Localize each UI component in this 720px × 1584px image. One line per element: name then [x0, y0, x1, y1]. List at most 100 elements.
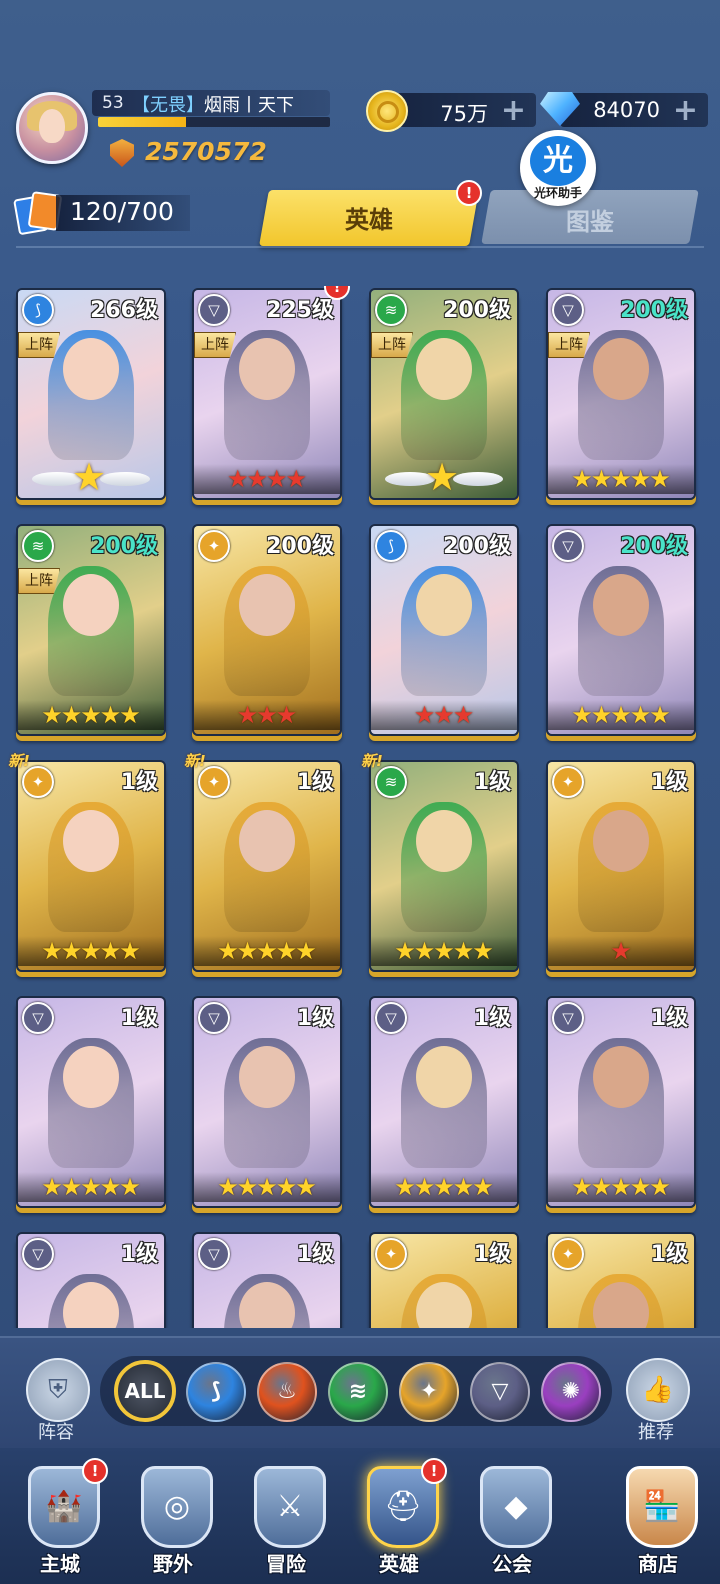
filter-fire-button[interactable]: ♨ — [257, 1362, 317, 1422]
star-icon: ★ — [295, 937, 317, 965]
hero-card[interactable]: ▽ 1级 — [16, 1232, 166, 1328]
void-glyph: ▽ — [208, 1245, 220, 1263]
hero-level: 225级 — [266, 298, 334, 323]
recommend-button[interactable]: 👍 — [626, 1358, 690, 1422]
star-icon: ★ — [41, 701, 63, 729]
light-element-icon: ✦ — [375, 1238, 407, 1270]
star-icon: ★ — [246, 465, 268, 493]
star-icon: ★ — [295, 1173, 317, 1201]
fire-element-icon: ♨ — [277, 1379, 297, 1404]
star-rating: ★ — [548, 936, 694, 966]
nav-item[interactable]: ◎ 野外 — [123, 1462, 223, 1580]
filter-dark-button[interactable]: ✺ — [541, 1362, 601, 1422]
hero-level: 1级 — [473, 1242, 511, 1267]
hero-head — [593, 810, 649, 872]
star-rating: ★★★ — [371, 700, 517, 730]
player-name: 【无畏】烟雨丨天下 — [132, 91, 294, 117]
star-icon: ★ — [80, 937, 102, 965]
nav-item[interactable]: ⚔ 冒险 — [236, 1462, 336, 1580]
nav-item[interactable]: 🏪 商店 — [608, 1462, 708, 1580]
on-team-badge: 上阵 — [18, 332, 60, 358]
swords-icon: ⚔ — [254, 1466, 326, 1548]
hero-card[interactable]: ✦ 200级 ★★★ — [192, 524, 342, 736]
hero-card[interactable]: ▽ 200级 ★★★★★ — [546, 524, 696, 736]
filter-water-button[interactable]: ⟆ — [186, 1362, 246, 1422]
tab-codex-label: 图鉴 — [566, 208, 614, 236]
player-name-tag: 【无畏】 — [132, 95, 204, 116]
hero-card[interactable]: ≋ 200级 上阵 ★ — [369, 288, 519, 500]
filter-all-button[interactable]: ALL — [114, 1360, 176, 1422]
star-rating: ★★★★ — [194, 464, 340, 494]
new-badge: 新! — [184, 752, 206, 770]
star-icon: ★ — [236, 1173, 259, 1201]
avatar-face — [39, 109, 65, 143]
hero-level: 1级 — [296, 770, 334, 795]
hero-card[interactable]: ▽ 200级 上阵 ★★★★★ — [546, 288, 696, 500]
light-element-icon: ✦ — [552, 1238, 584, 1270]
star-icon: ★ — [256, 937, 278, 965]
hero-card[interactable]: ▽ 1级 ★★★★★ — [546, 996, 696, 1208]
hero-head — [63, 338, 119, 400]
hero-card[interactable]: ✦ 1级 — [369, 1232, 519, 1328]
diamond-add-button[interactable]: + — [673, 93, 698, 128]
hero-card[interactable]: ✦ 1级 ★★★★★ — [16, 760, 166, 972]
water-element-icon: ⟆ — [210, 1379, 222, 1404]
hero-card[interactable]: ✦ 1级 ★★★★★ — [192, 760, 342, 972]
hero-card[interactable]: ▽ 225级 上阵 ★★★★ — [192, 288, 342, 500]
nav-label: 野外 — [153, 1552, 193, 1576]
wind-glyph: ≋ — [384, 773, 398, 791]
header-divider — [16, 246, 704, 248]
star-icon: ★ — [41, 937, 63, 965]
hero-head — [63, 810, 119, 872]
wing-right — [453, 472, 503, 486]
hero-card[interactable]: ✦ 1级 ★ — [546, 760, 696, 972]
dark-element-icon: ✺ — [561, 1379, 581, 1404]
star-icon: ★ — [119, 937, 141, 965]
header: 53 【无畏】烟雨丨天下 2570572 75万 + 84070 + 120/7… — [0, 0, 720, 250]
star-icon: ★ — [571, 701, 593, 729]
nav-item[interactable]: ⛑ 英雄! — [349, 1458, 449, 1580]
gold-coin-icon — [366, 90, 408, 132]
star-icon: ★ — [266, 465, 288, 493]
hero-head — [416, 1046, 472, 1108]
wind-element-icon: ≋ — [375, 294, 407, 326]
light-element-icon: ✦ — [198, 530, 230, 562]
hero-card[interactable]: ≋ 1级 ★★★★★ — [369, 760, 519, 972]
filter-all-label: ALL — [124, 1379, 166, 1403]
star-icon: ★ — [256, 1173, 278, 1201]
diamond-counter: 84070 + — [560, 93, 708, 128]
filter-light-button[interactable]: ✦ — [399, 1362, 459, 1422]
nav-item[interactable]: 🏰 主城! — [10, 1458, 110, 1580]
filter-void-button[interactable]: ▽ — [470, 1362, 530, 1422]
filter-wind-button[interactable]: ≋ — [328, 1362, 388, 1422]
hero-level: 200级 — [443, 298, 511, 323]
star-icon: ★ — [275, 701, 298, 729]
player-avatar[interactable] — [16, 92, 88, 164]
void-glyph: ▽ — [208, 1009, 220, 1027]
nav-item[interactable]: ◆ 公会 — [462, 1462, 562, 1580]
void-element-icon: ▽ — [198, 1002, 230, 1034]
hero-level: 200级 — [443, 534, 511, 559]
hero-card[interactable]: ≋ 200级 上阵 ★★★★★ — [16, 524, 166, 736]
hero-card[interactable]: ▽ 1级 ★★★★★ — [192, 996, 342, 1208]
hero-card[interactable]: ✦ 1级 — [546, 1232, 696, 1328]
star-icon: ★ — [433, 701, 455, 729]
gold-add-button[interactable]: + — [501, 93, 526, 128]
star-icon: ★ — [119, 701, 141, 729]
hero-head — [416, 338, 472, 400]
xp-bar — [98, 117, 330, 127]
hero-card[interactable]: ▽ 1级 — [192, 1232, 342, 1328]
light-glyph: ✦ — [31, 773, 45, 791]
hero-card[interactable]: ▽ 1级 ★★★★★ — [369, 996, 519, 1208]
star-icon: ★ — [571, 1173, 593, 1201]
lineup-button[interactable]: ⛨ — [26, 1358, 90, 1422]
hero-card[interactable]: ⟆ 266级 上阵 ★ — [16, 288, 166, 500]
star-rating: ★★★★★ — [18, 936, 164, 966]
helper-badge[interactable]: 光 光环助手 — [520, 130, 596, 206]
on-team-badge: 上阵 — [371, 332, 413, 358]
hero-level: 1级 — [120, 770, 158, 795]
hero-card[interactable]: ▽ 1级 ★★★★★ — [16, 996, 166, 1208]
hero-card[interactable]: ⟆ 200级 ★★★ — [369, 524, 519, 736]
star-rating: ★★★★★ — [194, 1172, 340, 1202]
new-badge: 新! — [361, 752, 383, 770]
